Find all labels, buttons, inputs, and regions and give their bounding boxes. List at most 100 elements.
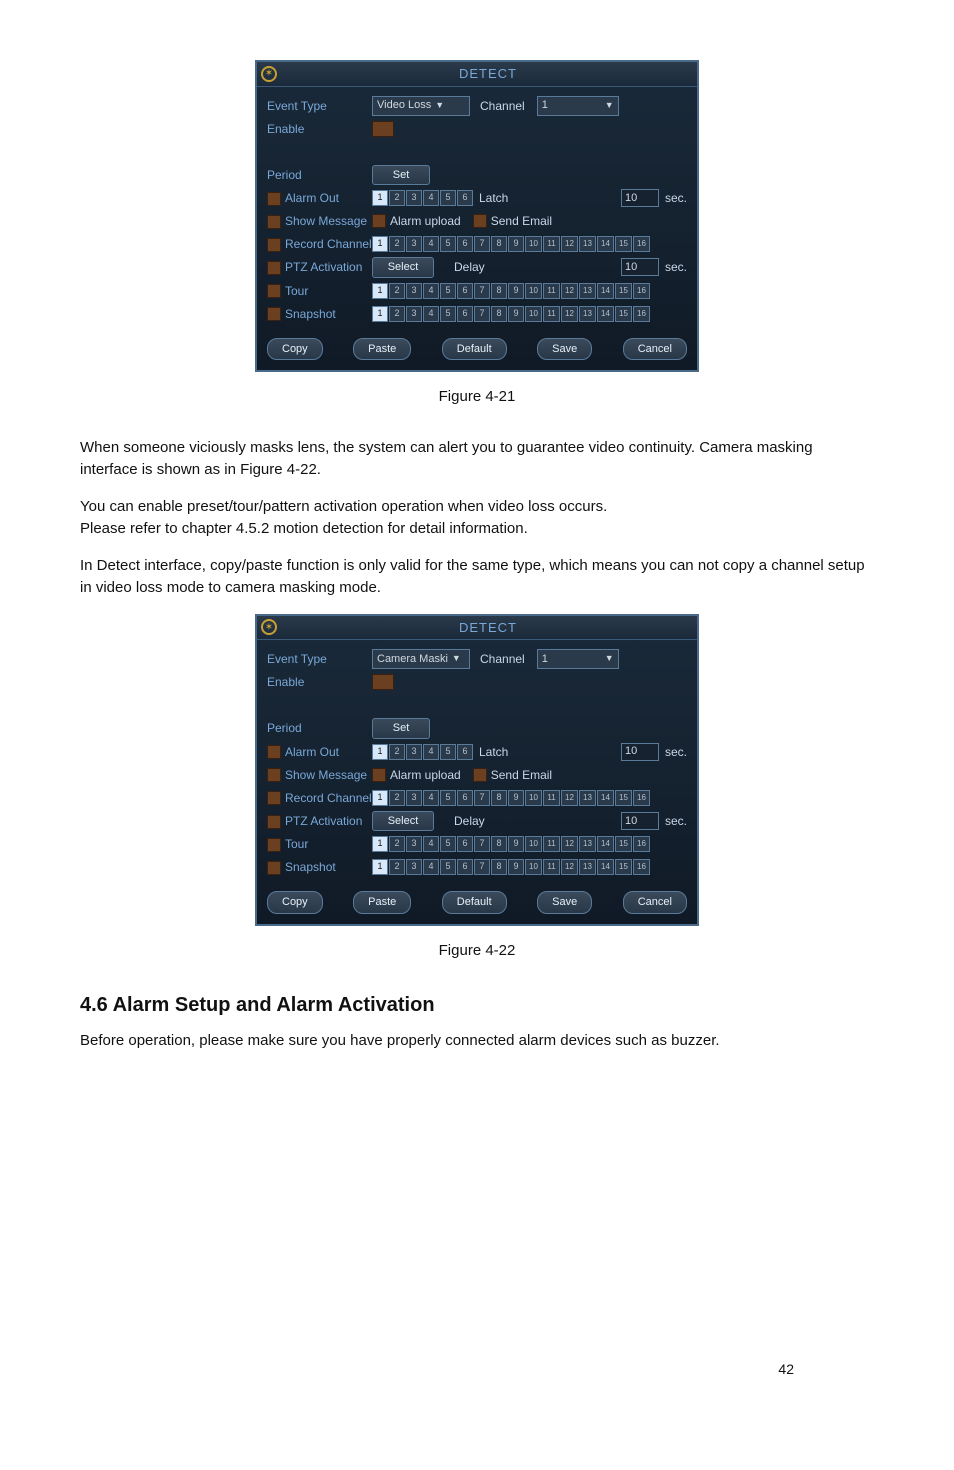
body-paragraph-3: In Detect interface, copy/paste function… — [80, 555, 874, 600]
show-message-checkbox[interactable] — [267, 215, 281, 229]
panel-title: DETECT — [283, 64, 693, 84]
section-paragraph: Before operation, please make sure you h… — [80, 1030, 874, 1053]
title-bar: ✶ DETECT — [257, 62, 697, 87]
alarm-out-checkbox[interactable] — [267, 192, 281, 206]
alarm-upload-label: Alarm upload — [390, 766, 461, 784]
tour-channels[interactable]: 12345678910111213141516 — [372, 283, 650, 299]
alarm-upload-label: Alarm upload — [390, 212, 461, 230]
tour-label: Tour — [267, 282, 372, 300]
channel-dropdown[interactable]: 1▼ — [537, 649, 619, 669]
alarm-out-channels[interactable]: 123456 — [372, 744, 473, 760]
copy-button[interactable]: Copy — [267, 891, 323, 914]
delay-input[interactable]: 10 — [621, 812, 659, 830]
channel-label: Channel — [480, 650, 525, 668]
enable-label: Enable — [267, 120, 372, 138]
period-label: Period — [267, 166, 372, 184]
default-button[interactable]: Default — [442, 338, 507, 361]
alarm-upload-checkbox[interactable] — [372, 214, 386, 228]
alarm-out-checkbox[interactable] — [267, 745, 281, 759]
chevron-down-icon: ▼ — [452, 652, 461, 666]
figure1-caption: Figure 4-21 — [80, 386, 874, 409]
cancel-button[interactable]: Cancel — [623, 891, 687, 914]
event-type-dropdown[interactable]: Video Loss▼ — [372, 96, 470, 116]
event-type-label: Event Type — [267, 650, 372, 668]
record-channel-label: Record Channel — [267, 235, 372, 253]
body-paragraph-1: When someone viciously masks lens, the s… — [80, 437, 874, 482]
enable-checkbox[interactable] — [372, 674, 394, 690]
delay-label: Delay — [454, 258, 485, 276]
chevron-down-icon: ▼ — [435, 99, 444, 113]
panel-title: DETECT — [283, 618, 693, 638]
period-label: Period — [267, 719, 372, 737]
save-button[interactable]: Save — [537, 338, 592, 361]
delay-label: Delay — [454, 812, 485, 830]
save-button[interactable]: Save — [537, 891, 592, 914]
event-type-label: Event Type — [267, 97, 372, 115]
ptz-activation-label: PTZ Activation — [267, 258, 372, 276]
enable-label: Enable — [267, 673, 372, 691]
channel-dropdown[interactable]: 1▼ — [537, 96, 619, 116]
send-email-checkbox[interactable] — [473, 768, 487, 782]
delay-unit: sec. — [665, 812, 687, 830]
alarm-out-label: Alarm Out — [267, 743, 372, 761]
ptz-checkbox[interactable] — [267, 815, 281, 829]
channel-label: Channel — [480, 97, 525, 115]
ptz-activation-label: PTZ Activation — [267, 812, 372, 830]
record-channels[interactable]: 12345678910111213141516 — [372, 236, 650, 252]
page-number: 42 — [778, 1359, 794, 1380]
delay-unit: sec. — [665, 258, 687, 276]
send-email-checkbox[interactable] — [473, 214, 487, 228]
tour-checkbox[interactable] — [267, 284, 281, 298]
snapshot-checkbox[interactable] — [267, 307, 281, 321]
latch-input[interactable]: 10 — [621, 743, 659, 761]
copy-button[interactable]: Copy — [267, 338, 323, 361]
body-paragraph-2b: Please refer to chapter 4.5.2 motion det… — [80, 518, 874, 541]
chevron-down-icon: ▼ — [605, 652, 614, 666]
set-button[interactable]: Set — [372, 718, 430, 739]
latch-unit: sec. — [665, 743, 687, 761]
latch-label: Latch — [479, 743, 508, 761]
cancel-button[interactable]: Cancel — [623, 338, 687, 361]
figure2-caption: Figure 4-22 — [80, 940, 874, 963]
ptz-select-button[interactable]: Select — [372, 257, 434, 278]
send-email-label: Send Email — [491, 212, 552, 230]
body-paragraph-2a: You can enable preset/tour/pattern activ… — [80, 496, 874, 519]
title-bar: ✶ DETECT — [257, 616, 697, 641]
ptz-checkbox[interactable] — [267, 261, 281, 275]
record-channel-checkbox[interactable] — [267, 238, 281, 252]
chevron-down-icon: ▼ — [605, 99, 614, 113]
show-message-checkbox[interactable] — [267, 768, 281, 782]
enable-checkbox[interactable] — [372, 121, 394, 137]
detect-panel-figure2: ✶ DETECT Event Type Camera Maski▼ Channe… — [255, 614, 699, 926]
record-channels[interactable]: 12345678910111213141516 — [372, 790, 650, 806]
latch-input[interactable]: 10 — [621, 189, 659, 207]
alarm-upload-checkbox[interactable] — [372, 768, 386, 782]
paste-button[interactable]: Paste — [353, 891, 411, 914]
person-icon: ✶ — [261, 619, 277, 635]
ptz-select-button[interactable]: Select — [372, 811, 434, 832]
alarm-out-label: Alarm Out — [267, 189, 372, 207]
snapshot-channels[interactable]: 12345678910111213141516 — [372, 306, 650, 322]
section-heading: 4.6 Alarm Setup and Alarm Activation — [80, 990, 874, 1020]
show-message-label: Show Message — [267, 212, 372, 230]
record-channel-checkbox[interactable] — [267, 791, 281, 805]
tour-label: Tour — [267, 835, 372, 853]
tour-channels[interactable]: 12345678910111213141516 — [372, 836, 650, 852]
alarm-out-channels[interactable]: 123456 — [372, 190, 473, 206]
tour-checkbox[interactable] — [267, 838, 281, 852]
send-email-label: Send Email — [491, 766, 552, 784]
snapshot-checkbox[interactable] — [267, 861, 281, 875]
snapshot-label: Snapshot — [267, 305, 372, 323]
event-type-dropdown[interactable]: Camera Maski▼ — [372, 649, 470, 669]
detect-panel-figure1: ✶ DETECT Event Type Video Loss▼ Channel … — [255, 60, 699, 372]
snapshot-channels[interactable]: 12345678910111213141516 — [372, 859, 650, 875]
set-button[interactable]: Set — [372, 165, 430, 186]
show-message-label: Show Message — [267, 766, 372, 784]
person-icon: ✶ — [261, 66, 277, 82]
snapshot-label: Snapshot — [267, 858, 372, 876]
paste-button[interactable]: Paste — [353, 338, 411, 361]
latch-unit: sec. — [665, 189, 687, 207]
default-button[interactable]: Default — [442, 891, 507, 914]
delay-input[interactable]: 10 — [621, 258, 659, 276]
latch-label: Latch — [479, 189, 508, 207]
